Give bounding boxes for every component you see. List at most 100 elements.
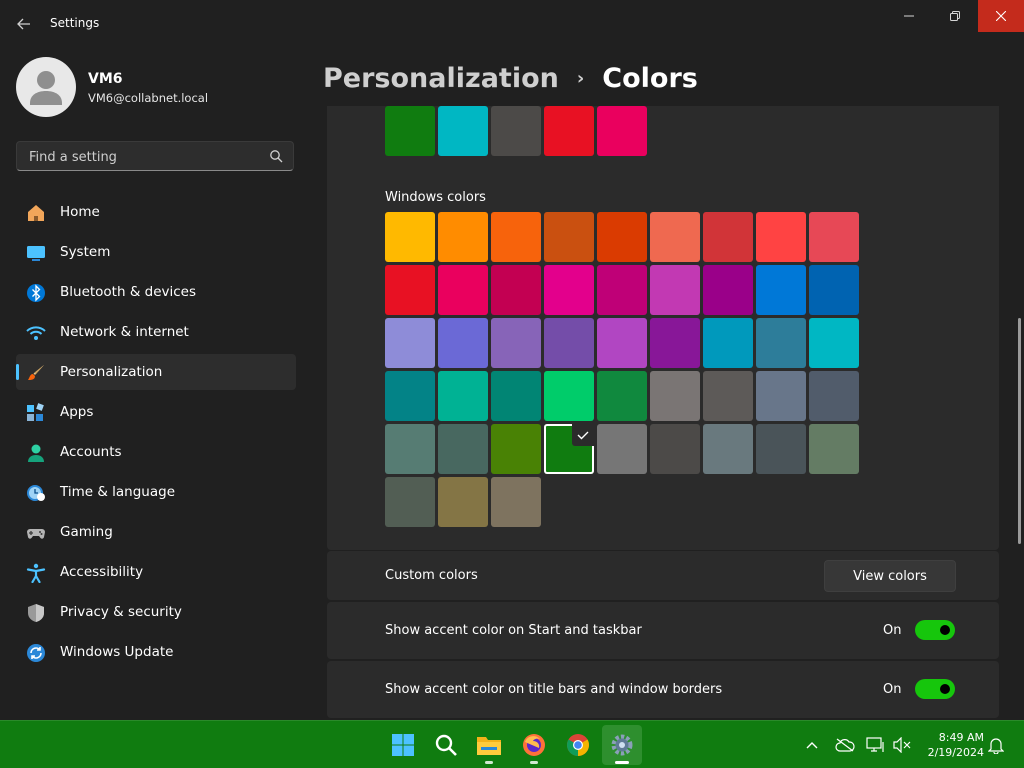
user-profile[interactable]: VM6 VM6@collabnet.local (16, 56, 296, 120)
view-colors-button[interactable]: View colors (824, 560, 956, 592)
notification-center-button[interactable] (986, 735, 1006, 755)
user-name: VM6 (88, 71, 123, 87)
color-swatch[interactable] (756, 212, 806, 262)
color-swatch[interactable] (438, 106, 488, 156)
sidebar-item-accounts[interactable]: Accounts (16, 434, 296, 470)
sidebar-item-accessibility[interactable]: Accessibility (16, 554, 296, 590)
color-swatch[interactable] (597, 424, 647, 474)
color-swatch[interactable] (597, 265, 647, 315)
sidebar-item-bluetooth[interactable]: Bluetooth & devices (16, 274, 296, 310)
search-icon[interactable] (269, 149, 283, 163)
minimize-button[interactable] (886, 0, 932, 32)
color-swatch[interactable] (491, 371, 541, 421)
time-language-icon (27, 485, 45, 501)
taskbar-file-explorer[interactable] (469, 725, 509, 765)
sidebar-item-network[interactable]: Network & internet (16, 314, 296, 350)
restore-button[interactable] (932, 0, 978, 32)
color-swatch[interactable] (544, 106, 594, 156)
color-swatch[interactable] (491, 477, 541, 527)
color-swatch[interactable] (385, 106, 435, 156)
color-swatch[interactable] (650, 424, 700, 474)
shield-icon (28, 604, 44, 622)
sidebar-item-apps[interactable]: Apps (16, 394, 296, 430)
color-swatch[interactable] (650, 212, 700, 262)
onedrive-tray[interactable] (835, 735, 855, 755)
color-swatch[interactable] (385, 212, 435, 262)
color-swatch[interactable] (703, 371, 753, 421)
color-swatch[interactable] (491, 212, 541, 262)
color-swatch[interactable] (703, 318, 753, 368)
color-swatch[interactable] (809, 371, 859, 421)
taskbar-firefox[interactable] (514, 725, 554, 765)
color-swatch[interactable] (756, 424, 806, 474)
chevron-up-icon (806, 742, 818, 749)
color-swatch[interactable] (491, 424, 541, 474)
sidebar-item-windows-update[interactable]: Windows Update (16, 634, 296, 670)
color-swatch[interactable] (438, 212, 488, 262)
avatar (16, 57, 76, 117)
color-swatch[interactable] (385, 477, 435, 527)
sidebar-item-privacy-security[interactable]: Privacy & security (16, 594, 296, 630)
accent-start-taskbar-toggle[interactable] (915, 620, 955, 640)
color-swatch[interactable] (438, 265, 488, 315)
color-swatch[interactable] (756, 371, 806, 421)
color-swatch[interactable] (756, 265, 806, 315)
close-button[interactable] (978, 0, 1024, 32)
color-swatch[interactable] (491, 265, 541, 315)
sidebar-item-home[interactable]: Home (16, 194, 296, 230)
breadcrumb-separator: › (576, 67, 585, 89)
color-swatch[interactable] (385, 371, 435, 421)
color-swatch[interactable] (650, 371, 700, 421)
color-swatch[interactable] (809, 265, 859, 315)
start-button[interactable] (383, 725, 423, 765)
settings-icon (611, 734, 633, 756)
color-swatch[interactable] (544, 318, 594, 368)
color-swatch[interactable] (491, 318, 541, 368)
breadcrumb-parent[interactable]: Personalization (323, 63, 559, 94)
color-swatch-selected[interactable] (544, 424, 594, 474)
color-swatch[interactable] (544, 371, 594, 421)
accent-titlebar-toggle[interactable] (915, 679, 955, 699)
sidebar-item-gaming[interactable]: Gaming (16, 514, 296, 550)
color-swatch[interactable] (597, 212, 647, 262)
color-swatch[interactable] (650, 265, 700, 315)
search-box[interactable] (16, 141, 294, 171)
color-swatch[interactable] (544, 212, 594, 262)
volume-tray[interactable] (892, 735, 912, 755)
sidebar-item-time-language[interactable]: Time & language (16, 474, 296, 510)
color-swatch[interactable] (809, 424, 859, 474)
color-swatch[interactable] (703, 212, 753, 262)
scrollbar[interactable] (1018, 318, 1021, 544)
color-swatch[interactable] (597, 106, 647, 156)
color-swatch[interactable] (650, 318, 700, 368)
running-indicator (530, 761, 538, 764)
volume-mute-icon (893, 737, 911, 753)
color-swatch[interactable] (809, 212, 859, 262)
color-swatch[interactable] (438, 477, 488, 527)
color-swatch[interactable] (438, 318, 488, 368)
color-swatch[interactable] (438, 371, 488, 421)
color-swatch[interactable] (491, 106, 541, 156)
color-swatch[interactable] (703, 424, 753, 474)
restore-icon (950, 11, 960, 21)
color-swatch[interactable] (756, 318, 806, 368)
clock[interactable]: 8:49 AM 2/19/2024 (920, 730, 984, 760)
color-swatch[interactable] (597, 318, 647, 368)
color-swatch[interactable] (385, 424, 435, 474)
color-swatch[interactable] (809, 318, 859, 368)
color-swatch[interactable] (385, 318, 435, 368)
color-swatch[interactable] (438, 424, 488, 474)
color-swatch[interactable] (385, 265, 435, 315)
color-swatch[interactable] (544, 265, 594, 315)
color-swatch[interactable] (703, 265, 753, 315)
color-swatch[interactable] (597, 371, 647, 421)
taskbar-chrome[interactable] (558, 725, 598, 765)
back-button[interactable] (10, 10, 38, 38)
taskbar-search-button[interactable] (426, 725, 466, 765)
sidebar-item-system[interactable]: System (16, 234, 296, 270)
taskbar-settings[interactable] (602, 725, 642, 765)
sidebar-item-personalization[interactable]: Personalization (16, 354, 296, 390)
show-hidden-icons-button[interactable] (802, 735, 822, 755)
search-input[interactable] (27, 147, 261, 167)
network-tray[interactable] (866, 735, 886, 755)
